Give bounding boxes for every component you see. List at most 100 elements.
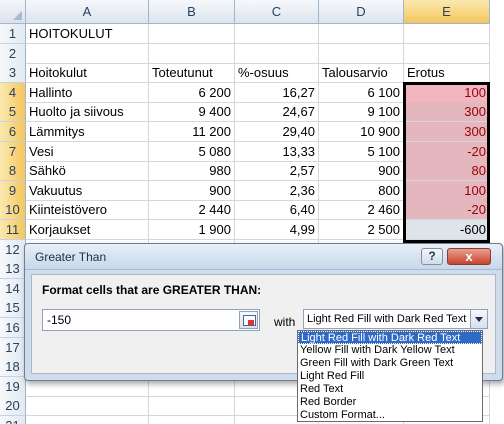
cell-a2[interactable] xyxy=(26,43,149,64)
cell-b9[interactable]: 900 xyxy=(149,180,235,201)
cell-a11[interactable]: Korjaukset xyxy=(26,220,149,240)
cell-a3[interactable]: Hoitokulut xyxy=(26,63,149,84)
cell-b1[interactable] xyxy=(149,24,235,44)
cell-e3[interactable]: Erotus xyxy=(404,63,490,84)
cell-e2[interactable] xyxy=(404,43,490,64)
row-header[interactable]: 18 xyxy=(0,357,26,378)
column-header-a[interactable]: A xyxy=(26,0,149,24)
cell-c11[interactable]: 4,99 xyxy=(235,220,319,240)
help-button[interactable]: ? xyxy=(421,248,443,265)
cell-e1[interactable] xyxy=(404,24,490,44)
dropdown-option[interactable]: Light Red Fill with Dark Red Text xyxy=(298,331,482,344)
column-header-d[interactable]: D xyxy=(319,0,404,24)
cell-e6[interactable]: 300 xyxy=(404,122,490,142)
collapse-dialog-icon[interactable] xyxy=(239,311,258,329)
row-header[interactable]: 19 xyxy=(0,376,26,397)
cell-b2[interactable] xyxy=(149,43,235,64)
cell-d4[interactable]: 6 100 xyxy=(319,82,404,103)
select-all-corner[interactable] xyxy=(0,0,26,24)
row-header[interactable]: 20 xyxy=(0,396,26,417)
cell-c1[interactable] xyxy=(235,24,319,44)
cell-b3[interactable]: Toteutunut xyxy=(149,63,235,84)
cell-b8[interactable]: 980 xyxy=(149,161,235,182)
cell-a5[interactable]: Huolto ja siivous xyxy=(26,102,149,123)
chevron-down-icon[interactable] xyxy=(470,310,487,328)
dropdown-option[interactable]: Green Fill with Dark Green Text xyxy=(298,357,482,370)
row-header[interactable]: 13 xyxy=(0,259,26,280)
cell-c7[interactable]: 13,33 xyxy=(235,141,319,162)
cell-c4[interactable]: 16,27 xyxy=(235,82,319,103)
cell-d1[interactable] xyxy=(319,24,404,44)
row-header[interactable]: 14 xyxy=(0,278,26,299)
cell-c5[interactable]: 24,67 xyxy=(235,102,319,123)
row-header[interactable]: 21 xyxy=(0,416,26,424)
format-select[interactable]: Light Red Fill with Dark Red Text xyxy=(303,309,488,329)
cell-a9[interactable]: Vakuutus xyxy=(26,180,149,201)
cell-d7[interactable]: 5 100 xyxy=(319,141,404,162)
cell-e7[interactable]: -20 xyxy=(404,141,490,162)
cell-a6[interactable]: Lämmitys xyxy=(26,122,149,142)
cell-a8[interactable]: Sähkö xyxy=(26,161,149,182)
cell-d10[interactable]: 2 460 xyxy=(319,200,404,221)
row-header[interactable]: 9 xyxy=(0,180,26,201)
row-header[interactable]: 6 xyxy=(0,122,26,142)
cell-b6[interactable]: 11 200 xyxy=(149,122,235,142)
dropdown-option[interactable]: Light Red Fill xyxy=(298,370,482,383)
cell-b10[interactable]: 2 440 xyxy=(149,200,235,221)
cell-a10[interactable]: Kiinteistövero xyxy=(26,200,149,221)
value-input[interactable]: -150 xyxy=(42,309,260,331)
cell-b11[interactable]: 1 900 xyxy=(149,220,235,240)
cell-e11[interactable]: -600 xyxy=(404,220,490,240)
cell-a1[interactable]: HOITOKULUT xyxy=(26,24,149,44)
cell-b4[interactable]: 6 200 xyxy=(149,82,235,103)
cell-c9[interactable]: 2,36 xyxy=(235,180,319,201)
row-header[interactable]: 8 xyxy=(0,161,26,182)
cell-b21[interactable] xyxy=(149,416,235,424)
cell-e5[interactable]: 300 xyxy=(404,102,490,123)
cell-e8[interactable]: 80 xyxy=(404,161,490,182)
cell-e10[interactable]: -20 xyxy=(404,200,490,221)
cell-a21[interactable] xyxy=(26,416,149,424)
cell-e9[interactable]: 100 xyxy=(404,180,490,201)
cell-d3[interactable]: Talousarvio xyxy=(319,63,404,84)
row-header[interactable]: 17 xyxy=(0,337,26,358)
row-header[interactable]: 4 xyxy=(0,82,26,103)
row-header[interactable]: 5 xyxy=(0,102,26,123)
cell-b5[interactable]: 9 400 xyxy=(149,102,235,123)
cell-d6[interactable]: 10 900 xyxy=(319,122,404,142)
cell-c10[interactable]: 6,40 xyxy=(235,200,319,221)
cell-b7[interactable]: 5 080 xyxy=(149,141,235,162)
cell-a20[interactable] xyxy=(26,396,149,417)
cell-c2[interactable] xyxy=(235,43,319,64)
cell-c3[interactable]: %-osuus xyxy=(235,63,319,84)
cell-c6[interactable]: 29,40 xyxy=(235,122,319,142)
row-header[interactable]: 10 xyxy=(0,200,26,221)
cell-e4[interactable]: 100 xyxy=(404,82,490,103)
cell-b20[interactable] xyxy=(149,396,235,417)
dropdown-option[interactable]: Red Text xyxy=(298,383,482,396)
row-header[interactable]: 12 xyxy=(0,239,26,260)
close-button[interactable]: x xyxy=(447,248,491,265)
column-header-b[interactable]: B xyxy=(149,0,235,24)
dropdown-option[interactable]: Yellow Fill with Dark Yellow Text xyxy=(298,344,482,357)
column-header-e[interactable]: E xyxy=(404,0,490,24)
cell-d9[interactable]: 800 xyxy=(319,180,404,201)
cell-d5[interactable]: 9 100 xyxy=(319,102,404,123)
row-header[interactable]: 11 xyxy=(0,220,26,240)
dropdown-option[interactable]: Red Border xyxy=(298,396,482,409)
cell-c8[interactable]: 2,57 xyxy=(235,161,319,182)
row-header[interactable]: 3 xyxy=(0,63,26,84)
row-header[interactable]: 15 xyxy=(0,298,26,319)
column-header-c[interactable]: C xyxy=(235,0,319,24)
cell-d2[interactable] xyxy=(319,43,404,64)
dropdown-option[interactable]: Custom Format... xyxy=(298,409,482,422)
cell-d11[interactable]: 2 500 xyxy=(319,220,404,240)
cell-d8[interactable]: 900 xyxy=(319,161,404,182)
row-header[interactable]: 16 xyxy=(0,318,26,338)
row-header[interactable]: 2 xyxy=(0,43,26,64)
cell-a7[interactable]: Vesi xyxy=(26,141,149,162)
dialog-title-bar[interactable]: Greater Than ? x xyxy=(25,244,502,270)
cell-a4[interactable]: Hallinto xyxy=(26,82,149,103)
row-header[interactable]: 1 xyxy=(0,24,26,44)
row-header[interactable]: 7 xyxy=(0,141,26,162)
